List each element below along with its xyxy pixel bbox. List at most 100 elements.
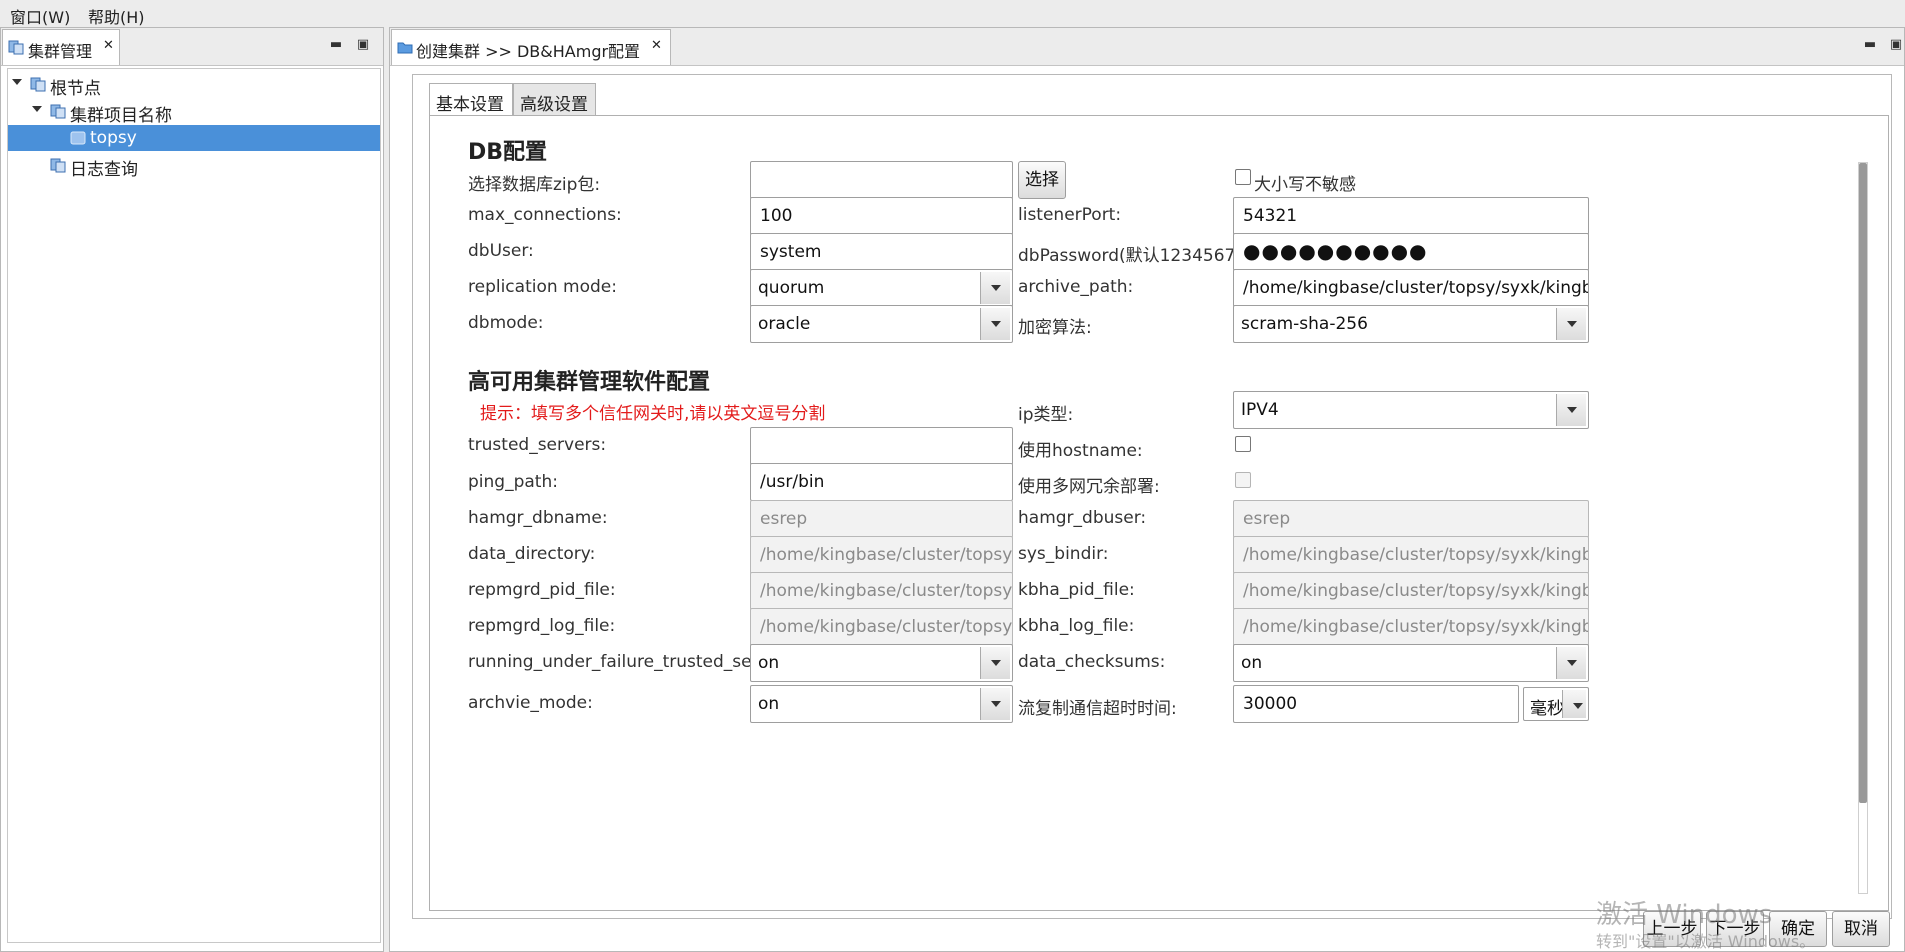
- ha-section-title: 高可用集群管理软件配置: [468, 370, 711, 395]
- close-icon[interactable]: ✕: [651, 38, 662, 53]
- menu-window[interactable]: 窗口(W): [10, 4, 70, 28]
- cancel-button[interactable]: 取消: [1832, 911, 1890, 947]
- close-icon[interactable]: ✕: [103, 38, 114, 53]
- dbmode-select[interactable]: oracle: [750, 305, 1013, 343]
- replication-mode-select[interactable]: quorum: [750, 269, 1013, 307]
- chevron-down-icon[interactable]: [32, 106, 42, 112]
- menu-help[interactable]: 帮助(H): [88, 4, 145, 28]
- case-insensitive-checkbox[interactable]: [1235, 169, 1251, 185]
- view-tab-bar: 集群管理 ✕ ▬ ▣: [1, 28, 383, 66]
- archive-mode-label: archvie_mode:: [468, 693, 593, 713]
- hamgr-dbuser-label: hamgr_dbuser:: [1018, 508, 1147, 528]
- db-section-title: DB配置: [468, 140, 548, 165]
- chevron-down-icon[interactable]: [1562, 690, 1586, 718]
- timeout-unit-select[interactable]: 毫秒: [1523, 687, 1589, 721]
- vertical-scrollbar[interactable]: [1858, 162, 1868, 894]
- minimize-icon[interactable]: ▬: [1861, 36, 1879, 54]
- running-under-failure-select[interactable]: on: [750, 644, 1013, 682]
- case-insensitive-label: 大小写不敏感: [1254, 175, 1356, 195]
- hamgr-dbname-input[interactable]: esrep: [750, 500, 1013, 538]
- data-directory-label: data_directory:: [468, 544, 596, 564]
- chevron-down-icon[interactable]: [980, 688, 1010, 720]
- zip-label: 选择数据库zip包:: [468, 175, 601, 195]
- encrypt-label: 加密算法:: [1018, 318, 1092, 338]
- tree-node-topsy[interactable]: topsy: [8, 125, 380, 151]
- hamgr-dbuser-input[interactable]: esrep: [1233, 500, 1589, 538]
- folder-icon: [397, 42, 413, 54]
- maximize-icon[interactable]: ▣: [354, 36, 372, 54]
- encrypt-value: scram-sha-256: [1241, 314, 1368, 334]
- sys-bindir-input[interactable]: /home/kingbase/cluster/topsy/syxk/kingba…: [1233, 536, 1589, 574]
- tree-label: topsy: [90, 128, 137, 148]
- trusted-servers-input[interactable]: [750, 427, 1013, 465]
- select-zip-button[interactable]: 选择: [1018, 161, 1066, 199]
- chevron-down-icon[interactable]: [980, 647, 1010, 679]
- data-checksums-label: data_checksums:: [1018, 652, 1166, 672]
- kbha-pid-input[interactable]: /home/kingbase/cluster/topsy/syxk/kingba…: [1233, 572, 1589, 610]
- tree-node-log-query[interactable]: 日志查询: [8, 152, 380, 180]
- archive-path-input[interactable]: /home/kingbase/cluster/topsy/syxk/kingba…: [1233, 269, 1589, 307]
- scrollbar-thumb[interactable]: [1859, 163, 1867, 803]
- tab-basic-settings[interactable]: 基本设置: [429, 83, 513, 116]
- hamgr-dbname-label: hamgr_dbname:: [468, 508, 608, 528]
- tab-label: 集群管理: [28, 42, 93, 61]
- tab-create-cluster[interactable]: 创建集群 >> DB&HAmgr配置 ✕: [391, 29, 671, 65]
- db-password-input[interactable]: ●●●●●●●●●●: [1233, 233, 1589, 271]
- cluster-icon: [30, 77, 46, 92]
- minimize-icon[interactable]: ▬: [327, 36, 345, 54]
- archive-mode-select[interactable]: on: [750, 685, 1013, 723]
- listener-port-input[interactable]: 54321: [1233, 197, 1589, 235]
- multi-net-checkbox[interactable]: [1235, 472, 1251, 488]
- ip-type-value: IPV4: [1241, 400, 1279, 420]
- data-directory-input[interactable]: /home/kingbase/cluster/topsy/syxk/: [750, 536, 1013, 574]
- replication-mode-label: replication mode:: [468, 277, 617, 297]
- repmgrd-pid-input[interactable]: /home/kingbase/cluster/topsy/syxk/: [750, 572, 1013, 610]
- editor-area: 创建集群 >> DB&HAmgr配置 ✕ ▬ ▣ 基本设置 高级设置 DB配置 …: [389, 27, 1905, 952]
- chevron-down-icon[interactable]: [12, 79, 22, 85]
- max-connections-input[interactable]: 100: [750, 197, 1013, 235]
- db-user-label: dbUser:: [468, 241, 534, 261]
- tree-node-project[interactable]: 集群项目名称: [8, 98, 380, 126]
- chevron-down-icon[interactable]: [980, 272, 1010, 304]
- chevron-down-icon[interactable]: [1556, 394, 1586, 426]
- sys-bindir-label: sys_bindir:: [1018, 544, 1109, 564]
- ping-path-input[interactable]: /usr/bin: [750, 463, 1013, 501]
- tab-label: 创建集群 >> DB&HAmgr配置: [416, 42, 641, 61]
- chevron-down-icon[interactable]: [1556, 308, 1586, 340]
- trusted-servers-hint: 提示：填写多个信任网关时,请以英文逗号分割: [480, 404, 826, 424]
- ip-type-select[interactable]: IPV4: [1233, 391, 1589, 429]
- tab-advanced-settings[interactable]: 高级设置: [513, 83, 596, 115]
- data-checksums-select[interactable]: on: [1233, 644, 1589, 682]
- multi-net-label: 使用多网冗余部署:: [1018, 477, 1160, 497]
- kbha-log-label: kbha_log_file:: [1018, 616, 1135, 636]
- maximize-icon[interactable]: ▣: [1887, 36, 1905, 54]
- zip-path-input[interactable]: [750, 161, 1013, 199]
- dbmode-label: dbmode:: [468, 313, 544, 333]
- encrypt-select[interactable]: scram-sha-256: [1233, 305, 1589, 343]
- wizard-frame: 基本设置 高级设置 DB配置 选择数据库zip包: 选择 大小写不敏感 max_…: [412, 74, 1892, 919]
- basic-settings-panel: DB配置 选择数据库zip包: 选择 大小写不敏感 max_connection…: [429, 115, 1889, 911]
- repmgrd-pid-label: repmgrd_pid_file:: [468, 580, 616, 600]
- max-connections-label: max_connections:: [468, 205, 622, 225]
- kbha-log-input[interactable]: /home/kingbase/cluster/topsy/syxk/kingba…: [1233, 608, 1589, 646]
- cluster-icon: [8, 40, 24, 55]
- data-checksums-value: on: [1241, 653, 1263, 673]
- database-icon: [70, 131, 86, 145]
- tree-label: 日志查询: [70, 160, 138, 180]
- use-hostname-checkbox[interactable]: [1235, 436, 1251, 452]
- repmgrd-log-input[interactable]: /home/kingbase/cluster/topsy/syxk/: [750, 608, 1013, 646]
- replication-mode-value: quorum: [758, 278, 825, 298]
- ping-path-label: ping_path:: [468, 472, 558, 492]
- tree-label: 集群项目名称: [70, 106, 172, 126]
- chevron-down-icon[interactable]: [980, 308, 1010, 340]
- editor-tab-bar: 创建集群 >> DB&HAmgr配置 ✕ ▬ ▣: [390, 28, 1904, 66]
- tree-node-root[interactable]: 根节点: [8, 71, 380, 99]
- repmgrd-log-label: repmgrd_log_file:: [468, 616, 616, 636]
- db-user-input[interactable]: system: [750, 233, 1013, 271]
- dbmode-value: oracle: [758, 314, 811, 334]
- timeout-input[interactable]: 30000: [1233, 685, 1519, 723]
- archive-mode-value: on: [758, 694, 780, 714]
- tab-cluster-management[interactable]: 集群管理 ✕: [2, 29, 120, 65]
- ip-type-label: ip类型:: [1018, 405, 1074, 425]
- chevron-down-icon[interactable]: [1556, 647, 1586, 679]
